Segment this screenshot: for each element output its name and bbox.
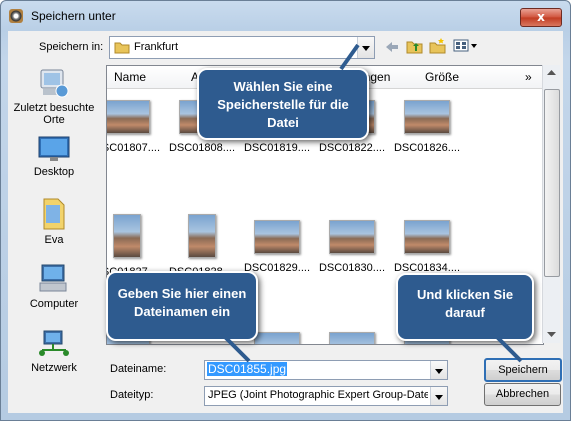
- scroll-thumb[interactable]: [544, 89, 560, 277]
- place-computer[interactable]: Computer: [11, 263, 97, 310]
- callout-filename-pointer: [223, 335, 251, 363]
- place-label-network: Netzwerk: [31, 362, 77, 374]
- up-folder-icon[interactable]: [406, 38, 424, 54]
- photo-image: [254, 332, 300, 344]
- photo-image: [329, 332, 375, 344]
- place-label-desktop: Desktop: [33, 166, 75, 178]
- file-thumbnail[interactable]: DSC01834....: [390, 220, 464, 274]
- recent-places-icon: [40, 69, 69, 98]
- column-size[interactable]: Größe: [425, 70, 459, 84]
- app-icon: [9, 9, 23, 23]
- photo-image: [107, 100, 150, 134]
- view-menu-icon[interactable]: [453, 39, 479, 52]
- place-network[interactable]: Netzwerk: [11, 329, 97, 374]
- callout-save: Und klicken Sie darauf: [396, 273, 534, 341]
- callout-filename-text: Geben Sie hier einen Dateinamen ein: [117, 286, 247, 319]
- file-name: DSC01808....: [168, 142, 236, 154]
- file-thumbnail[interactable]: DSC01852: [315, 332, 389, 344]
- callout-save-pointer: [495, 335, 523, 363]
- photo-image: [329, 220, 375, 254]
- file-thumbnail[interactable]: DSC01830....: [315, 220, 389, 274]
- file-thumbnail[interactable]: DSC01827....: [107, 214, 164, 278]
- file-thumbnail[interactable]: DSC01829....: [240, 220, 314, 274]
- filename-label: Dateiname:: [110, 363, 167, 375]
- place-eva[interactable]: Eva: [11, 195, 97, 246]
- place-label-recent: Zuletzt besuchte Orte: [13, 102, 95, 126]
- location-value: Frankfurt: [134, 41, 179, 53]
- filetype-select[interactable]: JPEG (Joint Photographic Expert Group-Da…: [204, 386, 448, 406]
- folder-icon: [114, 42, 130, 54]
- callout-location-text: Wählen Sie eine Speicherstelle für die D…: [217, 79, 349, 130]
- column-name[interactable]: Name: [114, 70, 146, 84]
- callout-save-text: Und klicken Sie darauf: [416, 287, 514, 320]
- close-button[interactable]: x: [520, 8, 562, 27]
- place-recent[interactable]: Zuletzt besuchte Orte: [11, 67, 97, 126]
- file-name: DSC01807....: [107, 142, 161, 154]
- file-thumbnail[interactable]: DSC01826....: [390, 100, 464, 154]
- file-thumbnail[interactable]: DSC01828....: [165, 214, 239, 278]
- new-folder-icon[interactable]: [429, 37, 447, 54]
- photo-image: [188, 214, 216, 258]
- cancel-button[interactable]: Abbrechen: [484, 383, 561, 406]
- file-name: DSC01826....: [393, 142, 461, 154]
- user-folder-icon: [43, 198, 65, 230]
- callout-location: Wählen Sie eine Speicherstelle für die D…: [197, 68, 369, 140]
- scroll-down-icon[interactable]: [547, 332, 556, 338]
- photo-image: [404, 220, 450, 254]
- places-bar: Zuletzt besuchte Orte Desktop Eva Comput…: [11, 67, 97, 377]
- place-label-eva: Eva: [44, 234, 64, 246]
- scroll-up-icon[interactable]: [547, 69, 556, 75]
- photo-image: [113, 214, 141, 258]
- photo-image: [254, 220, 300, 254]
- location-label: Speichern in:: [39, 41, 104, 53]
- back-arrow-icon[interactable]: [384, 40, 400, 54]
- callout-location-pointer: [339, 43, 360, 71]
- file-name: DSC01830....: [318, 262, 386, 274]
- column-more[interactable]: »: [525, 70, 532, 84]
- computer-icon: [39, 264, 67, 292]
- window-title: Speichern unter: [31, 9, 116, 23]
- filetype-dropdown-icon[interactable]: [430, 387, 447, 405]
- vertical-scrollbar[interactable]: [542, 65, 560, 343]
- save-as-dialog: Speichern unter x Speichern in: Frankfur…: [0, 0, 571, 421]
- file-name: DSC01822....: [318, 142, 386, 154]
- place-desktop[interactable]: Desktop: [11, 135, 97, 178]
- file-thumbnail[interactable]: DSC01807....: [107, 100, 164, 154]
- callout-filename: Geben Sie hier einen Dateinamen ein: [106, 271, 258, 341]
- filename-dropdown-icon[interactable]: [430, 361, 447, 379]
- photo-image: [404, 100, 450, 134]
- filetype-value: JPEG (Joint Photographic Expert Group-Da…: [208, 389, 428, 401]
- network-icon: [39, 330, 69, 356]
- desktop-icon: [38, 136, 70, 161]
- file-name: DSC01819....: [243, 142, 311, 154]
- place-label-computer: Computer: [29, 298, 79, 310]
- filetype-label: Dateityp:: [110, 389, 154, 401]
- title-bar: Speichern unter x: [1, 1, 570, 31]
